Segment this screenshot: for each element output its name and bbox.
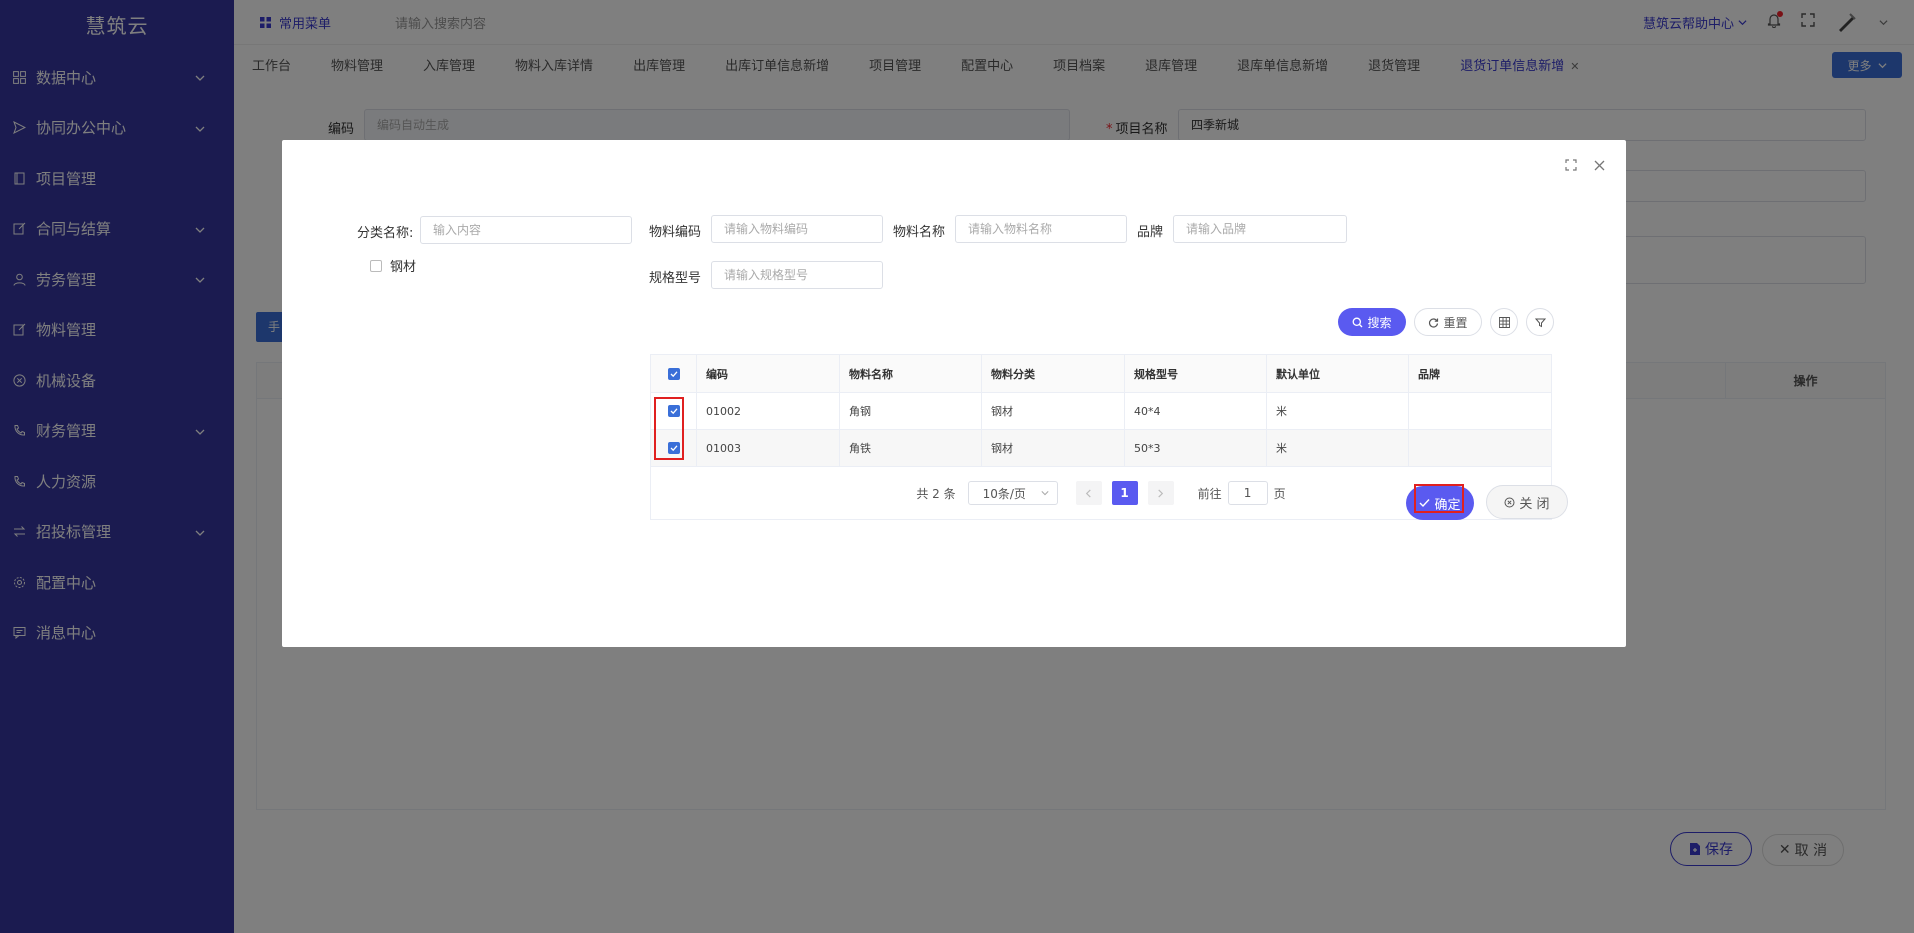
prev-page-button[interactable] (1075, 481, 1102, 505)
row-checkbox-highlight (654, 397, 684, 460)
grid-icon (1498, 316, 1510, 328)
cell-spec-model: 50*3 (1125, 430, 1267, 466)
filter-toggle-button[interactable] (1526, 308, 1554, 336)
table-header-row: 编码 物料名称 物料分类 规格型号 默认单位 品牌 (651, 355, 1551, 393)
page-size-select[interactable]: 10条/页 (967, 481, 1058, 505)
table-row[interactable]: 01002 角钢 钢材 40*4 米 (651, 393, 1551, 430)
close-icon[interactable] (1592, 158, 1606, 172)
cell-spec-model: 40*4 (1125, 393, 1267, 429)
header-default-unit[interactable]: 默认单位 (1267, 355, 1409, 392)
close-dialog-button[interactable]: 关 闭 (1486, 485, 1568, 519)
chevron-left-icon (1085, 488, 1091, 498)
spec-model-input[interactable]: 请输入规格型号 (711, 261, 883, 289)
header-spec-model[interactable]: 规格型号 (1125, 355, 1267, 392)
header-material-name[interactable]: 物料名称 (840, 355, 982, 392)
search-icon (1353, 317, 1363, 327)
check-icon (670, 370, 677, 377)
circle-x-icon (1504, 497, 1515, 507)
material-select-dialog: 分类名称: 输入内容 钢材 物料编码 请输入物料编码 物料名称 请输入物料名称 … (282, 140, 1626, 647)
select-all-checkbox[interactable] (667, 367, 680, 380)
refresh-icon (1429, 317, 1439, 328)
next-page-button[interactable] (1147, 481, 1174, 505)
material-name-input[interactable]: 请输入物料名称 (955, 215, 1127, 243)
cell-material-category: 钢材 (982, 393, 1125, 429)
chevron-down-icon (1041, 491, 1049, 496)
chevron-right-icon (1158, 488, 1164, 498)
cell-code: 01002 (697, 393, 840, 429)
page-size-value: 10条/页 (982, 486, 1026, 501)
search-label: 搜索 (1367, 315, 1392, 330)
goto-label: 前往 (1197, 486, 1222, 501)
pagination-total: 共 2 条 (916, 486, 956, 501)
confirm-highlight (1414, 484, 1464, 513)
select-all-cell (651, 355, 697, 392)
header-brand[interactable]: 品牌 (1409, 355, 1551, 392)
brand-label: 品牌 (1137, 225, 1164, 240)
category-name-label: 分类名称: (357, 226, 414, 241)
dialog-toolbar (1564, 158, 1606, 172)
material-code-label: 物料编码 (649, 225, 702, 240)
category-name-input[interactable]: 输入内容 (420, 216, 632, 244)
tree-node-checkbox[interactable] (370, 259, 382, 272)
cell-code: 01003 (697, 430, 840, 466)
cell-material-name: 角钢 (840, 393, 982, 429)
header-code[interactable]: 编码 (697, 355, 840, 392)
material-name-label: 物料名称 (893, 225, 946, 240)
tree-node-label: 钢材 (390, 260, 417, 275)
cell-material-name: 角铁 (840, 430, 982, 466)
reset-button[interactable]: 重置 (1414, 308, 1482, 336)
filter-icon (1534, 318, 1546, 327)
brand-input[interactable]: 请输入品牌 (1173, 215, 1347, 243)
material-code-input[interactable]: 请输入物料编码 (711, 215, 883, 243)
header-material-category[interactable]: 物料分类 (982, 355, 1125, 392)
reset-label: 重置 (1443, 315, 1468, 330)
cell-material-category: 钢材 (982, 430, 1125, 466)
cell-brand (1409, 393, 1551, 429)
cell-default-unit: 米 (1267, 430, 1409, 466)
page-suffix-label: 页 (1273, 486, 1286, 501)
cell-brand (1409, 430, 1551, 466)
table-row[interactable]: 01003 角铁 钢材 50*3 米 (651, 430, 1551, 467)
cell-default-unit: 米 (1267, 393, 1409, 429)
search-button[interactable]: 搜索 (1338, 308, 1406, 336)
maximize-icon[interactable] (1564, 158, 1578, 172)
category-tree-node[interactable]: 钢材 (370, 256, 416, 275)
page-number-current[interactable]: 1 (1111, 481, 1138, 505)
column-settings-button[interactable] (1490, 308, 1518, 336)
spec-model-label: 规格型号 (649, 271, 702, 286)
close-dialog-label: 关 闭 (1519, 496, 1550, 512)
goto-page-input[interactable]: 1 (1227, 481, 1268, 505)
